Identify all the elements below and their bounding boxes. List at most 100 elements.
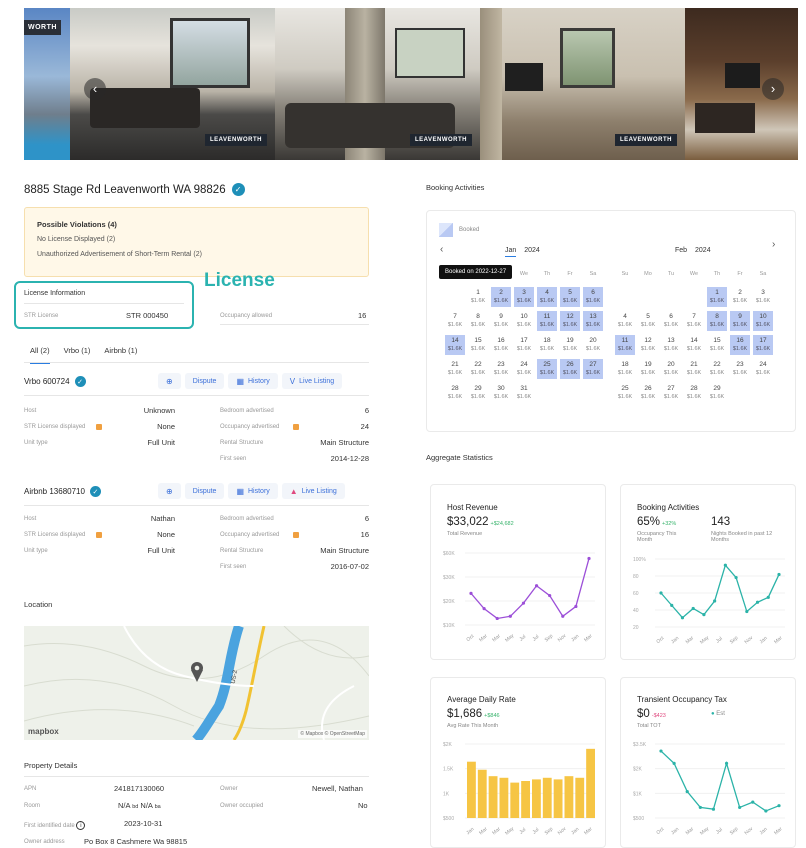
- calendar-day[interactable]: 2 $1.6K: [491, 287, 511, 307]
- data-point[interactable]: [587, 556, 591, 561]
- gallery-photo[interactable]: LEAVENWORTH: [480, 8, 685, 160]
- calendar-day[interactable]: 10 $1.6K: [753, 311, 773, 331]
- data-point[interactable]: [745, 609, 749, 614]
- live-listing-button[interactable]: ▲ Live Listing: [281, 483, 345, 499]
- data-point[interactable]: [724, 761, 729, 765]
- data-point[interactable]: [738, 805, 742, 810]
- calendar-day[interactable]: 11 $1.6K: [537, 311, 557, 331]
- data-point[interactable]: [713, 599, 717, 603]
- calendar-day[interactable]: 15 $1.6K: [468, 335, 488, 355]
- bar[interactable]: [499, 777, 509, 818]
- data-point[interactable]: [755, 600, 760, 604]
- calendar-day[interactable]: 19 $1.6K: [560, 335, 580, 355]
- calendar-day[interactable]: 9 $1.6K: [730, 311, 750, 331]
- calendar-day[interactable]: 21 $1.6K: [445, 359, 465, 379]
- calendar-day[interactable]: 24 $1.6K: [753, 359, 773, 379]
- calendar-day[interactable]: 16 $1.6K: [730, 335, 750, 355]
- gallery-prev-button[interactable]: ‹: [84, 78, 106, 100]
- bar[interactable]: [477, 769, 487, 818]
- data-point[interactable]: [777, 572, 781, 577]
- calendar-day[interactable]: 18 $1.6K: [537, 335, 557, 355]
- calendar-day[interactable]: 24 $1.6K: [514, 359, 534, 379]
- data-point[interactable]: [764, 809, 768, 813]
- data-point[interactable]: [548, 593, 552, 598]
- calendar-day[interactable]: 22 $1.6K: [468, 359, 488, 379]
- gallery-next-button[interactable]: ›: [762, 78, 784, 100]
- gallery-photo[interactable]: LEAVENWORTH ‹: [70, 8, 275, 160]
- data-point[interactable]: [508, 614, 512, 618]
- calendar-day[interactable]: 17 $1.6K: [753, 335, 773, 355]
- bar[interactable]: [564, 776, 574, 818]
- data-point[interactable]: [670, 603, 674, 607]
- calendar-day[interactable]: 23 $1.6K: [491, 359, 511, 379]
- calendar-day[interactable]: 19 $1.6K: [638, 359, 658, 379]
- calendar-day[interactable]: 15 $1.6K: [707, 335, 727, 355]
- history-button[interactable]: ▦ History: [228, 483, 278, 499]
- bar[interactable]: [553, 779, 563, 818]
- data-point[interactable]: [534, 584, 539, 588]
- data-point[interactable]: [751, 800, 755, 804]
- gallery-photo[interactable]: LEAVENWORTH: [275, 8, 480, 160]
- calendar-day[interactable]: 5 $1.6K: [560, 287, 580, 307]
- dispute-button[interactable]: Dispute: [184, 373, 225, 389]
- data-point[interactable]: [711, 807, 716, 811]
- bar[interactable]: [510, 782, 520, 818]
- calendar-day[interactable]: 29 $1.6K: [707, 383, 727, 403]
- dispute-button[interactable]: Dispute: [184, 483, 225, 499]
- calendar-day[interactable]: 31 $1.6K: [514, 383, 534, 403]
- calendar-day[interactable]: 30 $1.6K: [491, 383, 511, 403]
- calendar-day[interactable]: 9 $1.6K: [491, 311, 511, 331]
- data-point[interactable]: [685, 789, 689, 794]
- calendar-day[interactable]: 11 $1.6K: [615, 335, 635, 355]
- data-point[interactable]: [702, 613, 706, 617]
- calendar-day[interactable]: 13 $1.6K: [661, 335, 681, 355]
- live-listing-button[interactable]: V Live Listing: [281, 373, 343, 389]
- calendar-day[interactable]: 8 $1.6K: [468, 311, 488, 331]
- calendar-day[interactable]: 21 $1.6K: [684, 359, 704, 379]
- calendar-day[interactable]: 23 $1.6K: [730, 359, 750, 379]
- data-point[interactable]: [574, 604, 578, 609]
- calendar-prev-button[interactable]: ‹: [440, 244, 443, 255]
- calendar-next-button[interactable]: ›: [772, 239, 775, 250]
- calendar-day[interactable]: 26 $1.6K: [560, 359, 580, 379]
- calendar-day[interactable]: 3 $1.6K: [514, 287, 534, 307]
- data-point[interactable]: [495, 616, 499, 621]
- history-button[interactable]: ▦ History: [228, 373, 278, 389]
- bar[interactable]: [488, 776, 498, 818]
- calendar-day[interactable]: 14 $1.6K: [684, 335, 704, 355]
- globe-button[interactable]: ⊕: [158, 483, 181, 499]
- gallery-photo[interactable]: WORTH: [24, 8, 70, 160]
- calendar-day[interactable]: 29 $1.6K: [468, 383, 488, 403]
- calendar-day[interactable]: 6 $1.6K: [661, 311, 681, 331]
- info-icon[interactable]: i: [76, 821, 86, 830]
- calendar-day[interactable]: 12 $1.6K: [638, 335, 658, 355]
- calendar-day[interactable]: 26 $1.6K: [638, 383, 658, 403]
- calendar-day[interactable]: 4 $1.6K: [537, 287, 557, 307]
- data-point[interactable]: [482, 607, 486, 611]
- calendar-day[interactable]: 17 $1.6K: [514, 335, 534, 355]
- bar[interactable]: [467, 761, 476, 818]
- calendar-day[interactable]: 16 $1.6K: [491, 335, 511, 355]
- calendar-day[interactable]: 6 $1.6K: [583, 287, 603, 307]
- data-point[interactable]: [691, 606, 695, 611]
- data-point[interactable]: [469, 591, 473, 595]
- gallery-photo[interactable]: ›: [685, 8, 798, 160]
- bar[interactable]: [542, 777, 552, 818]
- calendar-day[interactable]: 1 $1.6K: [468, 287, 488, 307]
- map-attribution[interactable]: © Mapbox © OpenStreetMap: [298, 730, 367, 738]
- data-point[interactable]: [561, 614, 565, 618]
- calendar-day[interactable]: 7 $1.6K: [684, 311, 704, 331]
- bar[interactable]: [586, 748, 595, 818]
- calendar-day[interactable]: 13 $1.6K: [583, 311, 603, 331]
- bar[interactable]: [575, 777, 585, 818]
- calendar-day[interactable]: 12 $1.6K: [560, 311, 580, 331]
- calendar-day[interactable]: 27 $1.6K: [583, 359, 603, 379]
- data-point[interactable]: [680, 616, 685, 620]
- location-map[interactable]: US-2 mapbox © Mapbox © OpenStreetMap: [24, 626, 369, 740]
- bar[interactable]: [532, 779, 541, 818]
- data-point[interactable]: [672, 761, 676, 765]
- calendar-day[interactable]: 28 $1.6K: [684, 383, 704, 403]
- calendar-day[interactable]: 14 $1.6K: [445, 335, 465, 355]
- calendar-day[interactable]: 25 $1.6K: [615, 383, 635, 403]
- data-point[interactable]: [698, 805, 702, 810]
